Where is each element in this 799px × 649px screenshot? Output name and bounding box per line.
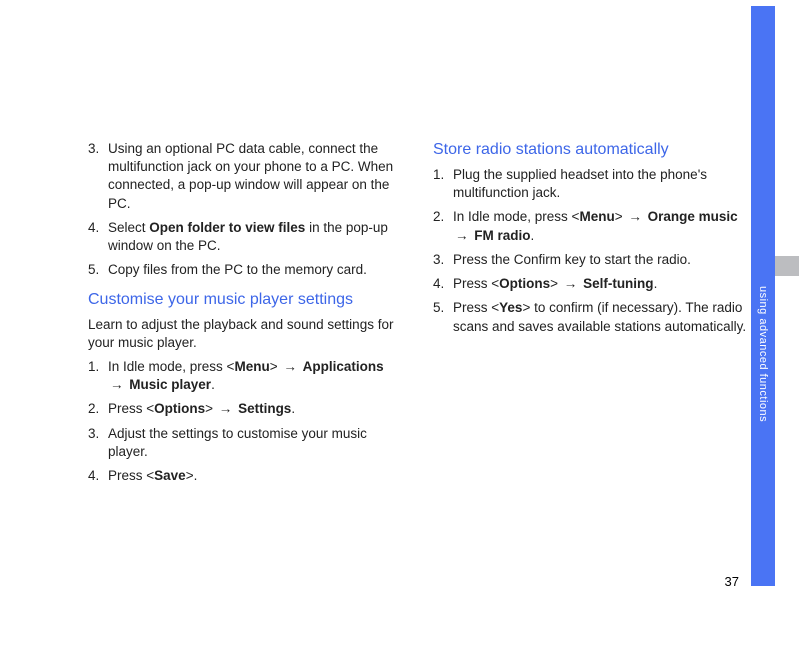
list-item: 3. Press the Confirm key to start the ra… bbox=[433, 251, 748, 269]
step-text: Using an optional PC data cable, connect… bbox=[108, 140, 403, 213]
step-text: Press <Save>. bbox=[108, 467, 403, 485]
step-number: 1. bbox=[88, 358, 108, 394]
step-text: In Idle mode, press <Menu> → Application… bbox=[108, 358, 403, 394]
steps-list-a: 3. Using an optional PC data cable, conn… bbox=[88, 140, 403, 280]
section-intro: Learn to adjust the playback and sound s… bbox=[88, 316, 403, 352]
right-column: Store radio stations automatically 1. Pl… bbox=[433, 140, 748, 491]
section-heading: Store radio stations automatically bbox=[433, 140, 748, 160]
step-number: 3. bbox=[88, 140, 108, 213]
page-number: 37 bbox=[725, 574, 739, 589]
step-text: Adjust the settings to customise your mu… bbox=[108, 425, 403, 461]
step-text: Plug the supplied headset into the phone… bbox=[453, 166, 748, 202]
arrow-icon: → bbox=[281, 358, 299, 376]
list-item: 1. Plug the supplied headset into the ph… bbox=[433, 166, 748, 202]
section-heading: Customise your music player settings bbox=[88, 290, 403, 310]
step-text: Copy files from the PC to the memory car… bbox=[108, 261, 403, 279]
arrow-icon: → bbox=[108, 376, 126, 394]
step-text: Select Open folder to view files in the … bbox=[108, 219, 403, 255]
section-label: using advanced functions bbox=[757, 256, 769, 422]
list-item: 3. Adjust the settings to customise your… bbox=[88, 425, 403, 461]
step-text: Press <Yes> to confirm (if necessary). T… bbox=[453, 299, 748, 335]
steps-list-b: 1. In Idle mode, press <Menu> → Applicat… bbox=[88, 358, 403, 485]
list-item: 4. Select Open folder to view files in t… bbox=[88, 219, 403, 255]
step-number: 4. bbox=[88, 467, 108, 485]
list-item: 1. In Idle mode, press <Menu> → Applicat… bbox=[88, 358, 403, 394]
list-item: 4. Press <Save>. bbox=[88, 467, 403, 485]
step-text: Press <Options> → Self-tuning. bbox=[453, 275, 748, 293]
content-area: 3. Using an optional PC data cable, conn… bbox=[88, 140, 748, 491]
step-number: 4. bbox=[88, 219, 108, 255]
step-number: 2. bbox=[433, 208, 453, 244]
step-text: In Idle mode, press <Menu> → Orange musi… bbox=[453, 208, 748, 244]
left-column: 3. Using an optional PC data cable, conn… bbox=[88, 140, 403, 491]
steps-list-r: 1. Plug the supplied headset into the ph… bbox=[433, 166, 748, 336]
arrow-icon: → bbox=[217, 400, 235, 418]
step-number: 5. bbox=[433, 299, 453, 335]
list-item: 2. Press <Options> → Settings. bbox=[88, 400, 403, 418]
step-text: Press the Confirm key to start the radio… bbox=[453, 251, 748, 269]
list-item: 5. Copy files from the PC to the memory … bbox=[88, 261, 403, 279]
step-number: 2. bbox=[88, 400, 108, 418]
step-number: 3. bbox=[433, 251, 453, 269]
arrow-icon: → bbox=[453, 227, 471, 245]
step-number: 3. bbox=[88, 425, 108, 461]
list-item: 5. Press <Yes> to confirm (if necessary)… bbox=[433, 299, 748, 335]
list-item: 3. Using an optional PC data cable, conn… bbox=[88, 140, 403, 213]
list-item: 2. In Idle mode, press <Menu> → Orange m… bbox=[433, 208, 748, 244]
step-number: 4. bbox=[433, 275, 453, 293]
step-text: Press <Options> → Settings. bbox=[108, 400, 403, 418]
side-tab-lower: using advanced functions bbox=[751, 256, 775, 586]
list-item: 4. Press <Options> → Self-tuning. bbox=[433, 275, 748, 293]
step-number: 1. bbox=[433, 166, 453, 202]
step-number: 5. bbox=[88, 261, 108, 279]
side-tab-upper bbox=[751, 6, 775, 256]
arrow-icon: → bbox=[626, 208, 644, 226]
arrow-icon: → bbox=[562, 275, 580, 293]
